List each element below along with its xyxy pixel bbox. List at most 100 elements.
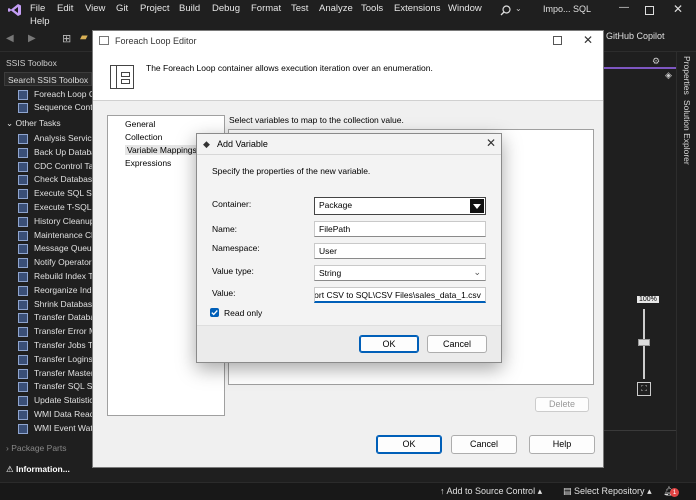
- toolbox-item[interactable]: Check Database: [18, 173, 92, 186]
- task-icon: [18, 244, 28, 255]
- add-variable-close-button[interactable]: ✕: [486, 136, 496, 150]
- menu-window[interactable]: Window: [448, 3, 482, 14]
- name-field[interactable]: FilePath: [314, 221, 486, 237]
- toolbox-item[interactable]: Notify Operator: [18, 256, 92, 269]
- add-variable-ok-button[interactable]: OK: [359, 335, 419, 353]
- add-variable-divider: [197, 154, 501, 155]
- gear-icon[interactable]: ⚙: [652, 56, 660, 67]
- menu-help[interactable]: Help: [30, 16, 50, 27]
- zoom-slider[interactable]: [638, 309, 650, 379]
- menu-debug[interactable]: Debug: [212, 3, 240, 14]
- search-dropdown-icon[interactable]: ⌄: [515, 4, 522, 13]
- toolbox-item[interactable]: Maintenance Cl: [18, 229, 92, 242]
- value-field[interactable]: Import CSV to SQL\CSV Files\sales_data_1…: [314, 287, 486, 303]
- copilot-label[interactable]: GitHub Copilot: [606, 31, 665, 41]
- toolbox-search[interactable]: Search SSIS Toolbox: [4, 72, 92, 86]
- toolbox-item[interactable]: Reorganize Inde: [18, 284, 92, 297]
- menu-test[interactable]: Test: [291, 3, 308, 14]
- fit-to-window-icon[interactable]: ⛶: [637, 382, 651, 396]
- task-icon: [18, 368, 28, 379]
- foreach-dialog-icon: [99, 36, 109, 45]
- task-icon: [18, 230, 28, 241]
- value-type-select[interactable]: String ⌄: [314, 265, 486, 281]
- nav-general[interactable]: General: [125, 119, 155, 129]
- toolbox-item[interactable]: Transfer Error M: [18, 325, 92, 338]
- section-other-tasks[interactable]: ⌄ Other Tasks: [6, 118, 61, 129]
- name-label: Name:: [212, 224, 238, 234]
- search-icon[interactable]: [500, 5, 511, 16]
- foreach-close-button[interactable]: ✕: [583, 33, 593, 47]
- container-select[interactable]: Package: [314, 197, 486, 215]
- menu-tools[interactable]: Tools: [361, 3, 383, 14]
- nav-variable-mappings[interactable]: Variable Mappings: [125, 145, 199, 155]
- close-window-button[interactable]: ✕: [673, 2, 683, 16]
- toolbox-item[interactable]: Sequence Conta: [18, 101, 92, 114]
- toolbox-item[interactable]: Rebuild Index Ta: [18, 270, 92, 283]
- task-icon: [18, 396, 28, 407]
- foreach-cancel-button[interactable]: Cancel: [451, 435, 517, 454]
- forward-icon[interactable]: ▶: [28, 33, 36, 44]
- task-icon: [18, 382, 28, 393]
- nav-expressions[interactable]: Expressions: [125, 158, 171, 168]
- add-variable-instructions: Specify the properties of the new variab…: [212, 166, 371, 176]
- toolbox-item[interactable]: Message Queue: [18, 242, 92, 255]
- menu-extensions[interactable]: Extensions: [394, 3, 440, 14]
- toolbox-item[interactable]: Transfer Logins: [18, 353, 92, 366]
- toolbox-item[interactable]: Transfer Databa: [18, 311, 92, 324]
- dropdown-button[interactable]: [470, 199, 484, 213]
- minimize-button[interactable]: —: [619, 2, 629, 13]
- add-variable-cancel-button[interactable]: Cancel: [427, 335, 487, 353]
- toolbox-item[interactable]: Back Up Databa: [18, 146, 92, 159]
- toolbox-item[interactable]: Foreach Loop C: [18, 88, 92, 101]
- toolbox-item[interactable]: Transfer SQL Se: [18, 380, 92, 393]
- menu-git[interactable]: Git: [116, 3, 128, 14]
- nav-collection[interactable]: Collection: [125, 132, 162, 142]
- toolbox-item[interactable]: WMI Event Wat: [18, 422, 92, 435]
- open-icon[interactable]: ▰: [80, 32, 88, 43]
- menu-file[interactable]: File: [30, 3, 45, 14]
- menu-project[interactable]: Project: [140, 3, 170, 14]
- toolbox-title: SSIS Toolbox: [6, 58, 57, 68]
- menu-edit[interactable]: Edit: [57, 3, 73, 14]
- repository-icon: ▤: [563, 486, 575, 496]
- toolbox-item[interactable]: Execute T-SQL S: [18, 201, 92, 214]
- foreach-maximize-button[interactable]: [553, 36, 562, 45]
- read-only-checkbox[interactable]: [210, 308, 219, 317]
- namespace-field[interactable]: User: [314, 243, 486, 259]
- layers-icon[interactable]: ◈: [665, 70, 672, 81]
- foreach-loop-icon: [110, 65, 134, 89]
- back-icon[interactable]: ◀: [6, 33, 14, 44]
- foreach-help-button[interactable]: Help: [529, 435, 595, 454]
- maximize-button[interactable]: [645, 6, 654, 15]
- menu-analyze[interactable]: Analyze: [319, 3, 353, 14]
- toolbox-item[interactable]: Analysis Service: [18, 132, 92, 145]
- right-tab-strip: Properties Solution Explorer: [676, 52, 696, 470]
- information-tab[interactable]: ⚠ Information...: [6, 464, 70, 475]
- menu-build[interactable]: Build: [179, 3, 200, 14]
- toolbox-item[interactable]: Transfer Jobs Ta: [18, 339, 92, 352]
- task-icon: [18, 299, 28, 310]
- new-project-icon[interactable]: ⊞: [62, 32, 71, 45]
- toolbox-item[interactable]: WMI Data Read: [18, 408, 92, 421]
- toolbox-item[interactable]: Execute SQL Se: [18, 187, 92, 200]
- value-label: Value:: [212, 288, 236, 298]
- toolbox-item[interactable]: Transfer Master: [18, 367, 92, 380]
- toolbox-item[interactable]: CDC Control Ta: [18, 160, 92, 173]
- notifications-button[interactable]: 🔔︎ 1: [663, 485, 679, 499]
- menu-format[interactable]: Format: [251, 3, 281, 14]
- toolbox-item[interactable]: Update Statistic: [18, 394, 92, 407]
- foreach-description: The Foreach Loop container allows execut…: [146, 63, 433, 73]
- toolbox-item[interactable]: Shrink Database: [18, 298, 92, 311]
- section-package-parts[interactable]: › Package Parts: [6, 443, 66, 453]
- select-repository-button[interactable]: ▤ Select Repository ▴: [563, 486, 652, 497]
- zoom-slider-thumb[interactable]: [638, 339, 650, 346]
- toolbox-item[interactable]: History Cleanup: [18, 215, 92, 228]
- add-variable-dialog: ◆ Add Variable ✕ Specify the properties …: [196, 133, 502, 363]
- output-pane: [604, 430, 676, 470]
- source-control-button[interactable]: ↑ Add to Source Control ▴: [440, 486, 542, 497]
- menu-view[interactable]: View: [85, 3, 105, 14]
- solution-explorer-tab[interactable]: Solution Explorer: [682, 100, 692, 165]
- properties-tab[interactable]: Properties: [682, 56, 692, 95]
- foreach-ok-button[interactable]: OK: [376, 435, 442, 454]
- task-icon: [18, 103, 28, 113]
